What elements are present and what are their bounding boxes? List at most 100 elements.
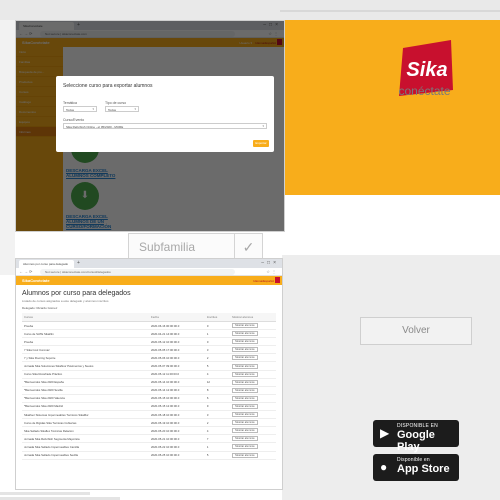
show-students-cell: Mostrar alumnos [230, 378, 276, 387]
table-row: *Bienvenidos Sika 2020 Madrid 2020-05-15 … [22, 402, 276, 412]
browser-window-export: SikaConéctate + –□× ←→⟳ Not secure | sik… [15, 20, 285, 232]
brand-panel [280, 20, 500, 195]
curso-label: Curso/Evento [63, 118, 85, 122]
apple-icon: ● [380, 460, 388, 474]
course-name-cell: Jornada Sika Sellado Impermeables Sevill… [22, 451, 149, 460]
table-row: 7 Sika Cool Coronaz 2020-05-05 17:00:00.0… [22, 345, 276, 355]
show-students-button[interactable]: Mostrar alumnos [232, 387, 258, 393]
export-modal: Seleccione curso para exportar alumnos T… [56, 76, 274, 152]
curso-select[interactable]: Sika Refurbish Online - el 05/2020 - MUR… [63, 123, 267, 129]
tagline: conéctate [398, 84, 451, 98]
tematica-select[interactable]: Todos [63, 106, 97, 112]
url-field[interactable]: Not secure | sikaconectate.com/cursosDel… [40, 269, 235, 275]
column-header[interactable]: Inscritos [204, 313, 231, 322]
menu-icon[interactable]: ☆⋮ [266, 269, 278, 274]
show-students-button[interactable]: Mostrar alumnos [232, 403, 258, 409]
show-students-button[interactable]: Mostrar alumnos [232, 395, 258, 401]
show-students-button[interactable]: Mostrar alumnos [232, 347, 258, 353]
language-selector[interactable]: Idioma/Español [253, 279, 274, 283]
date-cell: 2020-05-12 11:00:00.0 [149, 370, 205, 379]
app-header: SikaConéctate Idioma/Español [16, 276, 282, 285]
date-cell: 2020-05-25 10:00:00.0 [149, 451, 205, 460]
show-students-cell: Mostrar alumnos [230, 361, 276, 371]
sika-mini-logo [275, 277, 280, 283]
enrolled-cell: 0 [204, 337, 231, 347]
show-students-cell: Mostrar alumnos [230, 345, 276, 355]
show-students-cell: Mostrar alumnos [230, 321, 276, 331]
show-students-button[interactable]: Mostrar alumnos [232, 452, 258, 458]
students-page: Alumnos por curso para delegados Listado… [16, 290, 282, 460]
course-name-cell: Jornada Sika Refurbish Segmenta Mayorist… [22, 434, 149, 444]
show-students-button[interactable]: Mostrar alumnos [232, 371, 258, 377]
column-header[interactable]: Cursos [22, 313, 149, 322]
app-brand[interactable]: SikaConéctate [22, 278, 50, 283]
course-name-cell: *Bienvenidos Sika 2020 España [22, 378, 149, 387]
column-header[interactable]: Mostrar alumnos [230, 313, 276, 322]
play-icon: ▶ [380, 426, 390, 440]
course-name-cell: Curso Sika Rocafrade Práctico [22, 370, 149, 379]
page-title: Alumnos por curso para delegados [22, 290, 131, 297]
enrolled-cell: 12 [204, 378, 231, 387]
show-students-cell: Mostrar alumnos [230, 442, 276, 452]
check-icon[interactable]: ✓ [234, 234, 262, 260]
enrolled-cell: 8 [204, 386, 231, 395]
enrolled-cell: 5 [204, 451, 231, 460]
show-students-button[interactable]: Mostrar alumnos [232, 412, 258, 418]
table-row: Sika Sellado Sikaflex Técnicas Relacion 2… [22, 426, 276, 436]
show-students-cell: Mostrar alumnos [230, 410, 276, 420]
enrolled-cell: 3 [204, 410, 231, 420]
show-students-button[interactable]: Mostrar alumnos [232, 339, 258, 345]
page-subtitle: Listado de cursos asignados a este deleg… [22, 299, 109, 303]
show-students-cell: Mostrar alumnos [230, 418, 276, 428]
window-controls[interactable]: –□× [261, 260, 279, 266]
tab-active[interactable]: Alumnos por curso para delegado [19, 260, 74, 268]
date-cell: 2020-05-07 09:00:00.0 [149, 361, 205, 371]
show-students-button[interactable]: Mostrar alumnos [232, 436, 258, 442]
course-name-cell: Prueba [22, 321, 149, 331]
date-cell: 2020-05-21 10:00:00.0 [149, 434, 205, 444]
show-students-button[interactable]: Mostrar alumnos [232, 379, 258, 385]
new-tab-icon[interactable]: + [77, 260, 80, 266]
column-header[interactable]: Fecha [149, 313, 205, 322]
show-students-cell: Mostrar alumnos [230, 426, 276, 436]
show-students-button[interactable]: Mostrar alumnos [232, 355, 258, 361]
enrolled-cell: 3 [204, 345, 231, 355]
google-play-badge[interactable]: ▶ DISPONIBLE EN Google Play [373, 420, 459, 453]
table-row: Prueba 2020-05-12 10:00:00.0 0 Mostrar alum… [22, 337, 276, 347]
table-row: *Bienvenidos Sika 2020 Valencia 2020-05-1… [22, 394, 276, 403]
date-cell: 2020-05-12 10:00:00.0 [149, 337, 205, 347]
tab-bar: Alumnos por curso para delegado + –□× [16, 259, 282, 268]
app-store-badge[interactable]: ● Disponible en App Store [373, 454, 459, 481]
course-name-cell: *Bienvenidos Sika 2020 Valencia [22, 394, 149, 403]
address-bar: ←→⟳ Not secure | sikaconectate.com/curso… [16, 268, 282, 276]
sika-logo: Sika [399, 40, 453, 96]
enrolled-cell: 6 [204, 394, 231, 403]
table-row: Sikafloor Sistemas Impermeables Técnicos… [22, 410, 276, 420]
date-cell: 2020-05-15 12:00:00.0 [149, 402, 205, 412]
show-students-button[interactable]: Mostrar alumnos [232, 444, 258, 450]
volver-button[interactable]: Volver [360, 317, 472, 345]
table-row: Jornada Sika Sellado Impermeables Camill… [22, 442, 276, 452]
show-students-button[interactable]: Mostrar alumnos [232, 420, 258, 426]
show-students-cell: Mostrar alumnos [230, 337, 276, 347]
export-button[interactable]: Exportar [253, 140, 269, 147]
table-row: *Bienvenidos Sika 2020 Sevilla 2020-05-14… [22, 386, 276, 395]
table-row: Curso de Rigidas Sika Técnicas Cubiertas… [22, 418, 276, 428]
show-students-cell: Mostrar alumnos [230, 402, 276, 412]
nav-icons[interactable]: ←→⟳ [19, 269, 33, 274]
table-row: Jornada Sika Refurbish Segmenta Mayorist… [22, 434, 276, 444]
show-students-button[interactable]: Mostrar alumnos [232, 363, 258, 369]
course-name-cell: Sikafloor Sistemas Impermeables Técnicos… [22, 410, 149, 420]
background-divider [280, 10, 500, 12]
date-cell: 2020-05-18 10:00:00.0 [149, 410, 205, 420]
table-row: Jornada Sika Sellado Impermeables Sevill… [22, 451, 276, 460]
course-name-cell: 7 y Sika Flooring Soporte [22, 353, 149, 363]
show-students-button[interactable]: Mostrar alumnos [232, 331, 258, 337]
date-cell: 2020-05-14 12:00:00.0 [149, 386, 205, 395]
tipo-curso-select[interactable]: Todos [105, 106, 139, 112]
browser-window-students: Alumnos por curso para delegado + –□× ←→… [15, 258, 283, 490]
subfamilia-field[interactable]: Subfamilia ✓ [128, 233, 263, 261]
show-students-button[interactable]: Mostrar alumnos [232, 428, 258, 434]
show-students-button[interactable]: Mostrar alumnos [232, 323, 258, 329]
show-students-cell: Mostrar alumnos [230, 451, 276, 460]
